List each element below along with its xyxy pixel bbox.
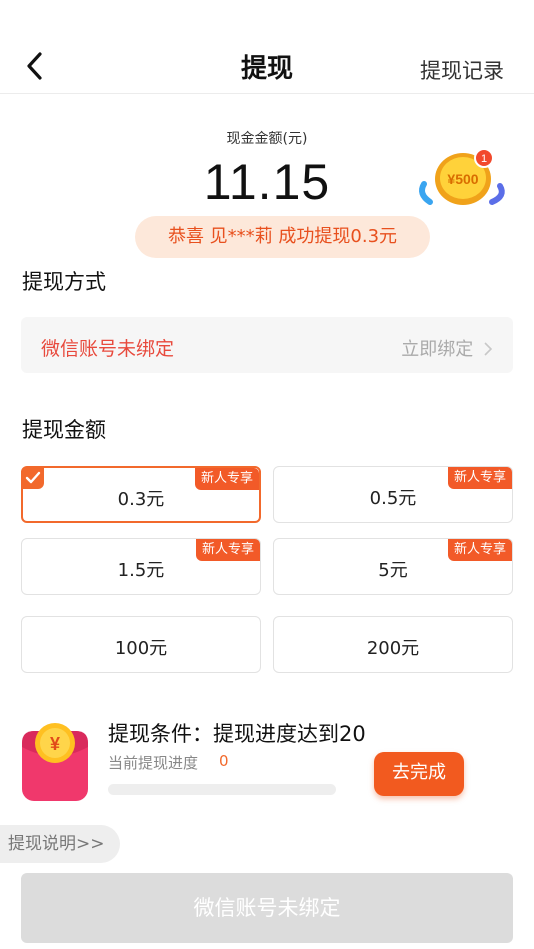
coin-label: ¥500: [447, 171, 478, 187]
bind-now-label: 立即绑定: [401, 339, 474, 360]
progress-label: 当前提现进度: [108, 754, 199, 772]
amount-option-200[interactable]: 200元: [273, 616, 513, 673]
amount-option-100[interactable]: 100元: [21, 616, 261, 673]
bind-now-link[interactable]: 立即绑定: [401, 335, 493, 361]
submit-button[interactable]: 微信账号未绑定: [21, 873, 513, 943]
coin-count: 1: [481, 153, 487, 165]
success-ticker: 恭喜 见***莉 成功提现0.3元: [135, 216, 430, 258]
coin-500-icon[interactable]: ¥500 1: [416, 146, 508, 210]
withdraw-method-title: 提现方式: [22, 270, 106, 294]
withdraw-condition-title: 提现条件：提现进度达到20: [108, 722, 366, 746]
amount-option-5[interactable]: 新人专享 5元: [273, 538, 513, 595]
svg-text:¥: ¥: [50, 734, 60, 754]
red-packet-icon: ¥: [22, 723, 88, 801]
withdraw-history-link[interactable]: 提现记录: [420, 55, 504, 85]
amount-label: 0.5元: [369, 488, 417, 509]
bind-status-text: 微信账号未绑定: [41, 338, 175, 360]
withdraw-explain-link[interactable]: 提现说明>>: [0, 825, 120, 863]
wechat-bind-row[interactable]: 微信账号未绑定 立即绑定: [21, 317, 513, 373]
amount-label: 0.3元: [117, 489, 165, 510]
progress-bar: [108, 784, 336, 795]
amount-label: 1.5元: [117, 560, 165, 581]
progress-value: 0: [219, 752, 229, 770]
withdraw-amount-title: 提现金额: [22, 418, 106, 442]
chevron-right-icon: [484, 342, 493, 356]
amount-option-0.3[interactable]: 新人专享 0.3元: [21, 466, 261, 523]
cash-amount-label: 现金金额(元): [226, 131, 308, 147]
amount-label: 5元: [378, 560, 408, 581]
amount-label: 200元: [366, 638, 420, 659]
amount-label: 100元: [114, 638, 168, 659]
go-complete-button[interactable]: 去完成: [374, 752, 464, 796]
amount-option-1.5[interactable]: 新人专享 1.5元: [21, 538, 261, 595]
nav-bar: 提现 提现记录: [0, 36, 534, 94]
amount-option-0.5[interactable]: 新人专享 0.5元: [273, 466, 513, 523]
